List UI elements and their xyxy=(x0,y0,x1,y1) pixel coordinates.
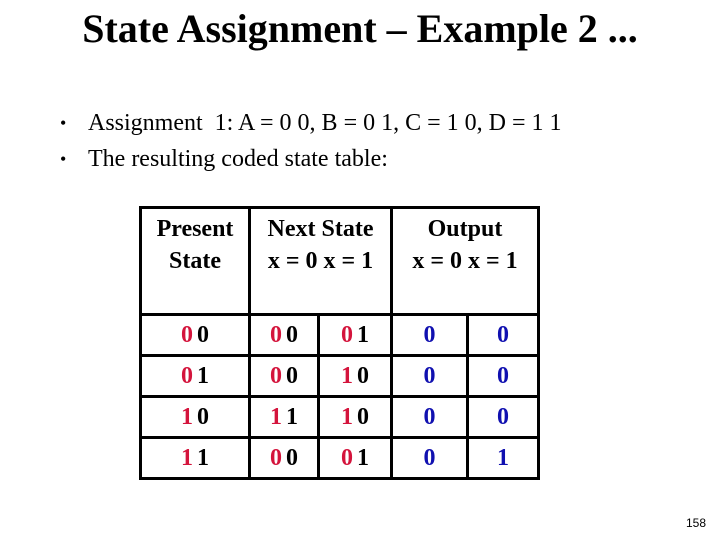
second-bit: 1 xyxy=(197,363,209,389)
table-row: 10111000 xyxy=(139,395,540,439)
slide-title: State Assignment – Example 2 ... xyxy=(82,6,638,51)
first-bit: 0 xyxy=(270,322,282,348)
bullet-text: Assignment 1: A = 0 0, B = 0 1, C = 1 0,… xyxy=(88,110,562,136)
header-output: Output x = 0 x = 1 xyxy=(390,206,540,316)
second-bit: 0 xyxy=(357,404,369,430)
header-next-line2: x = 0 x = 1 xyxy=(267,248,374,274)
first-bit: 1 xyxy=(181,404,193,430)
header-next-state: Next State x = 0 x = 1 xyxy=(248,206,393,316)
cell-output-x0: 0 xyxy=(390,436,469,480)
cell-next-state-x0: 00 xyxy=(248,436,320,480)
bullet-icon: • xyxy=(60,113,67,133)
header-output-line2: x = 0 x = 1 xyxy=(412,248,518,274)
header-next-line1: Next State xyxy=(267,216,374,242)
bullet-list: • Assignment 1: A = 0 0, B = 0 1, C = 1 … xyxy=(60,105,562,177)
cell-next-state-x1: 10 xyxy=(317,354,393,398)
cell-next-state-x1: 01 xyxy=(317,313,393,357)
second-bit: 0 xyxy=(286,322,298,348)
cell-output-x1: 0 xyxy=(466,354,540,398)
table-row: 11000101 xyxy=(139,436,540,480)
cell-present-state: 11 xyxy=(139,436,251,480)
cell-present-state: 00 xyxy=(139,313,251,357)
second-bit: 0 xyxy=(286,363,298,389)
cell-output-x0: 0 xyxy=(390,354,469,398)
table-row: 01001000 xyxy=(139,354,540,398)
second-bit: 0 xyxy=(197,322,209,348)
cell-next-state-x0: 00 xyxy=(248,313,320,357)
second-bit: 0 xyxy=(286,445,298,471)
cell-next-state-x0: 11 xyxy=(248,395,320,439)
cell-next-state-x1: 10 xyxy=(317,395,393,439)
first-bit: 0 xyxy=(181,363,193,389)
cell-present-state: 01 xyxy=(139,354,251,398)
bullet-text: The resulting coded state table: xyxy=(88,146,388,172)
cell-output-x0: 0 xyxy=(390,313,469,357)
cell-next-state-x0: 00 xyxy=(248,354,320,398)
first-bit: 1 xyxy=(181,445,193,471)
second-bit: 1 xyxy=(357,322,369,348)
header-present-state: Present State xyxy=(139,206,251,316)
cell-output-x1: 0 xyxy=(466,395,540,439)
first-bit: 1 xyxy=(341,363,353,389)
cell-next-state-x1: 01 xyxy=(317,436,393,480)
second-bit: 1 xyxy=(197,445,209,471)
second-bit: 0 xyxy=(357,363,369,389)
bullet-icon: • xyxy=(60,149,67,169)
page-number: 158 xyxy=(685,516,706,530)
first-bit: 0 xyxy=(270,363,282,389)
first-bit: 0 xyxy=(341,445,353,471)
header-output-line1: Output xyxy=(427,216,503,242)
coded-state-table: Present State Next State x = 0 x = 1 Out… xyxy=(139,206,540,480)
table-row: 00000100 xyxy=(139,313,540,357)
first-bit: 1 xyxy=(270,404,282,430)
table-header-row: Present State Next State x = 0 x = 1 Out… xyxy=(139,206,540,316)
second-bit: 1 xyxy=(357,445,369,471)
header-present-line1: Present xyxy=(156,216,234,242)
header-present-line2: State xyxy=(169,248,221,274)
cell-output-x1: 0 xyxy=(466,313,540,357)
first-bit: 0 xyxy=(341,322,353,348)
bullet-item: • Assignment 1: A = 0 0, B = 0 1, C = 1 … xyxy=(60,105,562,141)
first-bit: 0 xyxy=(270,445,282,471)
second-bit: 1 xyxy=(286,404,298,430)
first-bit: 1 xyxy=(341,404,353,430)
cell-present-state: 10 xyxy=(139,395,251,439)
cell-output-x1: 1 xyxy=(466,436,540,480)
second-bit: 0 xyxy=(197,404,209,430)
bullet-item: • The resulting coded state table: xyxy=(60,141,562,177)
first-bit: 0 xyxy=(181,322,193,348)
cell-output-x0: 0 xyxy=(390,395,469,439)
